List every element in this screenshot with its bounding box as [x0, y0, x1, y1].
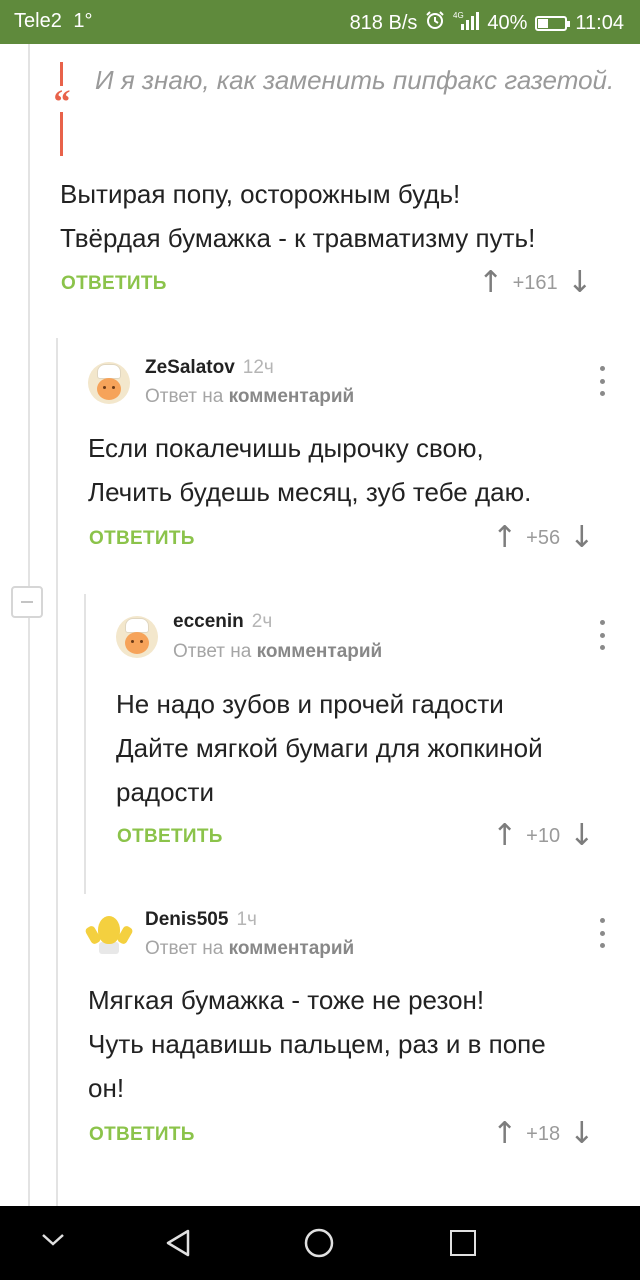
comment-line: он! [88, 1073, 125, 1103]
reply-to: Ответ на комментарий [145, 938, 354, 960]
more-options-icon[interactable] [592, 620, 612, 650]
comment-line: Твёрдая бумажка - к травматизму путь! [60, 223, 536, 253]
avatar[interactable] [84, 914, 134, 956]
thread-line [56, 338, 58, 1206]
reply-button[interactable]: ОТВЕТИТЬ [89, 528, 195, 550]
carrier-info: Tele2 1° [14, 10, 93, 33]
vote-control: ↑ +161 ↓ [478, 268, 592, 298]
thread-line [84, 594, 86, 894]
recent-apps-icon[interactable] [450, 1230, 476, 1256]
alarm-clock-icon [425, 10, 445, 36]
reply-to-prefix: Ответ на [145, 386, 224, 407]
network-type: 4G [453, 11, 464, 20]
downvote-icon[interactable]: ↓ [569, 523, 594, 553]
comment-line: Дайте мягкой бумаги для жопкиной [116, 733, 543, 763]
comment-author[interactable]: Denis505 1ч [145, 909, 257, 931]
comment-line: Если покалечишь дырочку свою, [88, 433, 484, 463]
net-speed: 818 B/s [349, 11, 418, 34]
comment-text: Вытирая попу, осторожным будь! Твёрдая б… [60, 172, 620, 260]
comment-score: +18 [526, 1122, 561, 1145]
reply-button[interactable]: ОТВЕТИТЬ [61, 273, 167, 295]
hide-keyboard-icon[interactable] [40, 1232, 66, 1253]
comment-score: +161 [512, 271, 558, 294]
upvote-icon[interactable]: ↑ [492, 821, 517, 851]
downvote-icon[interactable]: ↓ [569, 821, 594, 851]
reply-to: Ответ на комментарий [173, 641, 382, 663]
comment-time: 12ч [242, 357, 274, 378]
signal-bars-icon: 4G [453, 10, 480, 36]
comment-line: Вытирая попу, осторожным будь! [60, 179, 461, 209]
comment-time: 1ч [236, 909, 257, 930]
back-icon[interactable] [164, 1228, 192, 1258]
vote-control: ↑ +18 ↓ [492, 1119, 594, 1149]
reply-to-prefix: Ответ на [145, 938, 224, 959]
comment-line: Мягкая бумажка - тоже не резон! [88, 985, 485, 1015]
vote-control: ↑ +10 ↓ [492, 821, 594, 851]
quote-icon: “ [50, 86, 74, 120]
vote-control: ↑ +56 ↓ [492, 523, 594, 553]
comment-line: Не надо зубов и прочей гадости [116, 689, 504, 719]
quote-text: И я знаю, как заменить пипфакс газетой. [95, 65, 615, 95]
reply-to-link[interactable]: комментарий [257, 641, 383, 662]
reply-to-prefix: Ответ на [173, 641, 252, 662]
upvote-icon[interactable]: ↑ [492, 523, 517, 553]
collapse-thread-button[interactable] [11, 586, 43, 618]
avatar[interactable] [116, 616, 158, 658]
author-name[interactable]: eccenin [173, 611, 244, 632]
comment-time: 2ч [251, 611, 273, 632]
comment-text: Если покалечишь дырочку свою, Лечить буд… [88, 426, 628, 514]
reply-to-link[interactable]: комментарий [229, 938, 355, 959]
clock: 11:04 [575, 11, 624, 34]
author-name[interactable]: Denis505 [145, 909, 228, 930]
comment-line: Лечить будешь месяц, зуб тебе даю. [88, 477, 532, 507]
comment-score: +10 [526, 824, 561, 847]
avatar[interactable] [88, 362, 130, 404]
navigation-bar [0, 1206, 640, 1280]
signal-note: 1° [73, 10, 93, 32]
author-name[interactable]: ZeSalatov [145, 357, 235, 378]
reply-to: Ответ на комментарий [145, 386, 354, 408]
carrier-name: Tele2 [14, 10, 62, 32]
battery-percent: 40% [487, 11, 528, 34]
status-icons: 818 B/s 4G 40% 11:04 [350, 10, 624, 36]
home-icon[interactable] [304, 1228, 334, 1258]
comment-author[interactable]: eccenin 2ч [173, 611, 272, 633]
reply-to-link[interactable]: комментарий [229, 386, 355, 407]
downvote-icon[interactable]: ↓ [569, 1119, 594, 1149]
comment-line: Чуть надавишь пальцем, раз и в попе [88, 1029, 546, 1059]
comment-text: Мягкая бумажка - тоже не резон! Чуть над… [88, 978, 628, 1110]
thread-line [28, 44, 30, 1206]
battery-icon [535, 15, 571, 31]
downvote-icon[interactable]: ↓ [567, 268, 592, 298]
comment-author[interactable]: ZeSalatov 12ч [145, 357, 274, 379]
upvote-icon[interactable]: ↑ [478, 268, 503, 298]
more-options-icon[interactable] [592, 918, 612, 948]
status-bar: Tele2 1° 818 B/s 4G 40% 11:04 [0, 0, 640, 44]
comment-line: радости [116, 777, 214, 807]
more-options-icon[interactable] [592, 366, 612, 396]
reply-button[interactable]: ОТВЕТИТЬ [89, 1124, 195, 1146]
reply-button[interactable]: ОТВЕТИТЬ [117, 826, 223, 848]
upvote-icon[interactable]: ↑ [492, 1119, 517, 1149]
comment-text: Не надо зубов и прочей гадости Дайте мяг… [116, 682, 626, 814]
comment-score: +56 [526, 526, 561, 549]
